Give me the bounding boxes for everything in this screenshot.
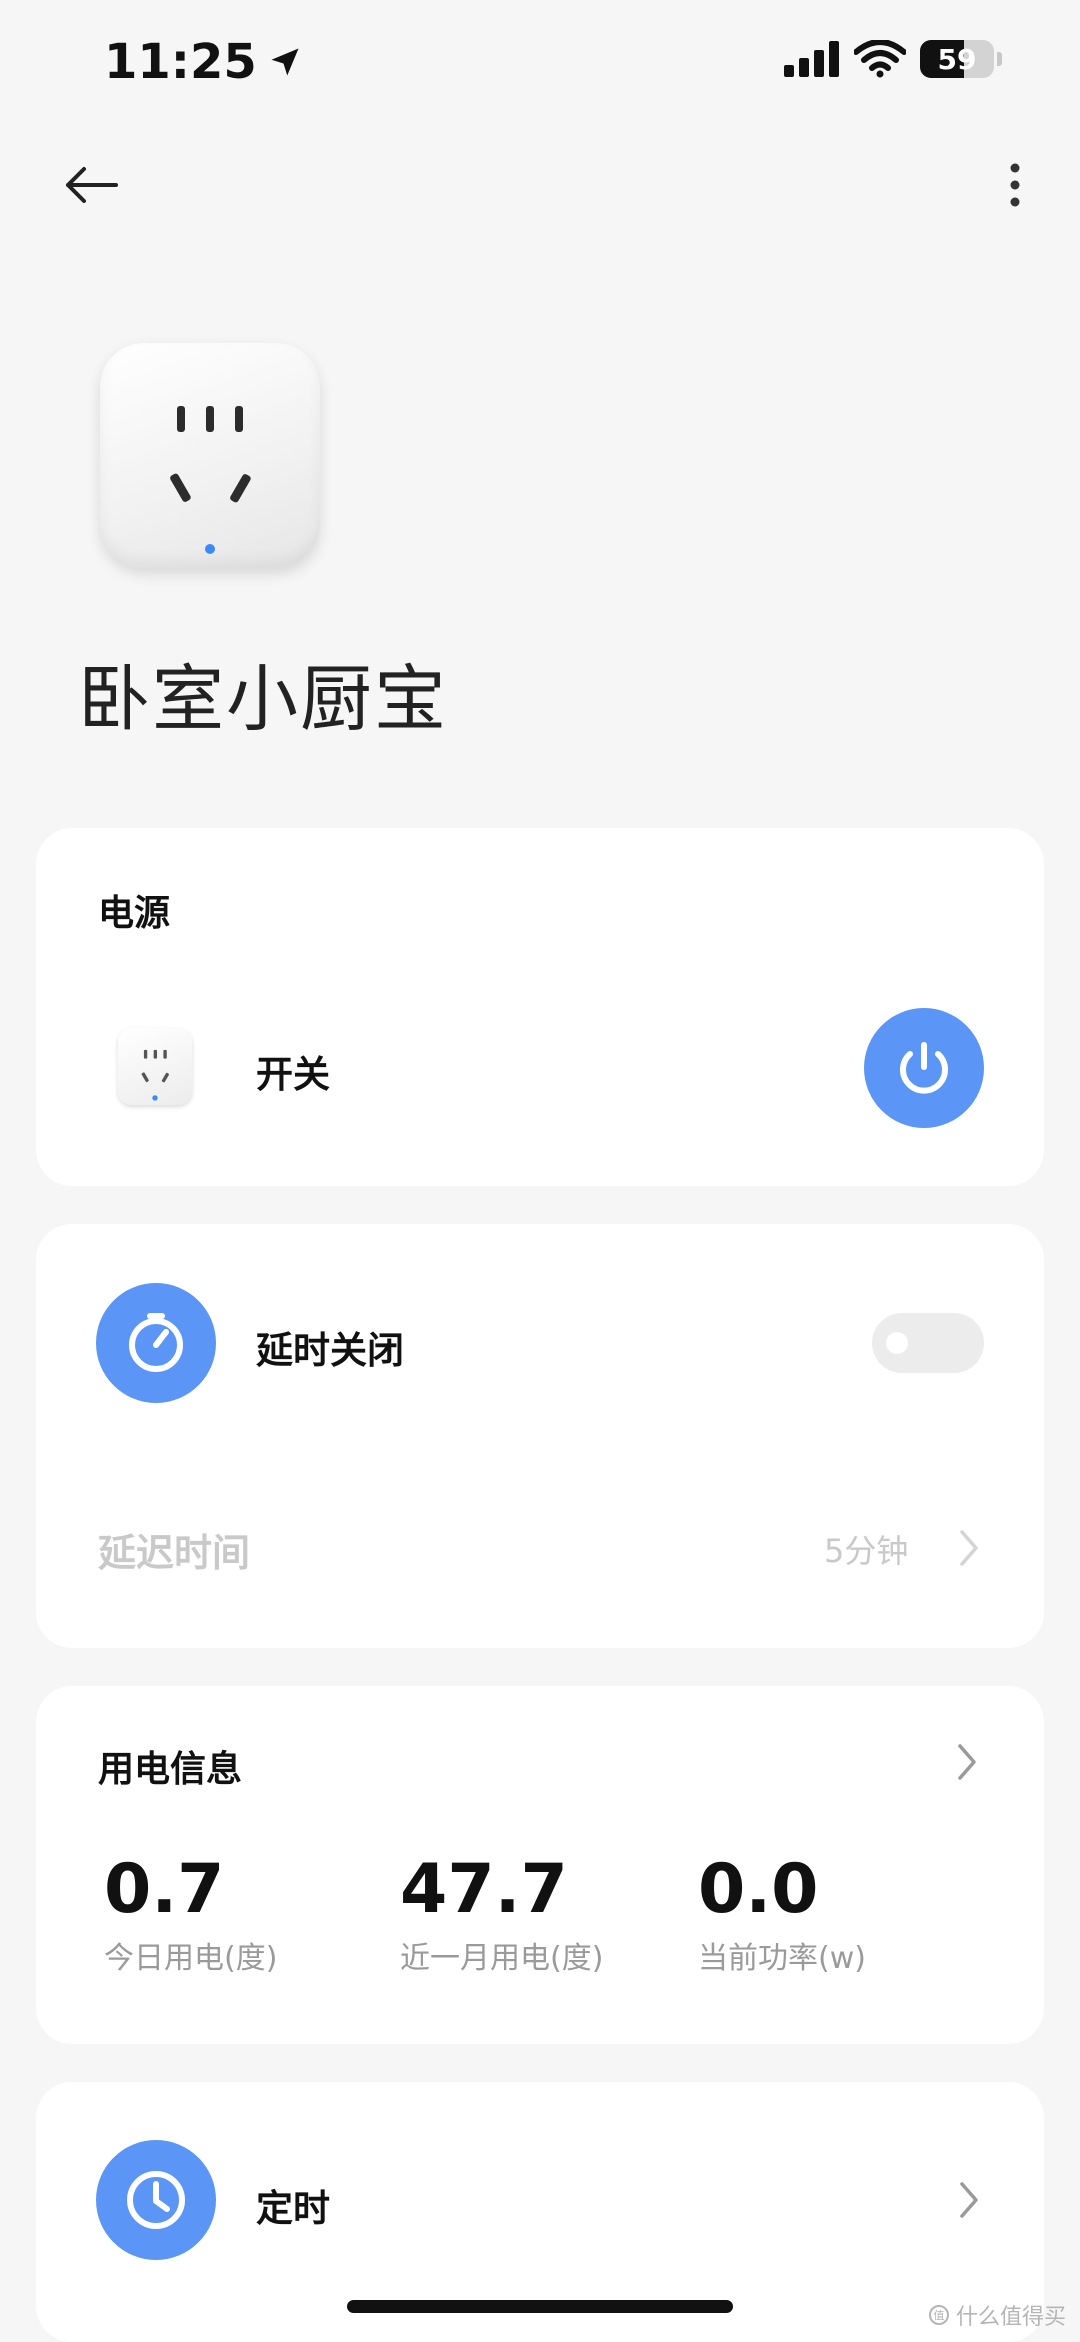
chevron-right-icon <box>958 1528 980 1568</box>
wifi-icon <box>854 40 906 78</box>
battery-level-text: 59 <box>937 42 977 76</box>
more-options-button[interactable] <box>980 150 1050 220</box>
switch-thumbnail <box>118 1028 192 1105</box>
device-name: 卧室小厨宝 <box>78 657 449 741</box>
chevron-right-icon <box>956 1742 978 1782</box>
timer-icon <box>123 1310 189 1376</box>
delay-off-label: 延时关闭 <box>256 1329 404 1372</box>
watermark: 值 什么值得买 <box>928 2299 1066 2331</box>
more-vertical-icon <box>1009 163 1021 207</box>
usage-card-title: 用电信息 <box>98 1749 243 1790</box>
stat-month-label: 近一月用电(度) <box>400 1941 604 1976</box>
timer-icon-badge <box>96 1283 216 1403</box>
stat-power: 0.0 当前功率(w) <box>698 1850 866 1977</box>
delay-time-row[interactable]: 延迟时间 5分钟 <box>36 1494 1044 1614</box>
toggle-knob <box>886 1332 908 1354</box>
delay-time-label: 延迟时间 <box>98 1531 251 1575</box>
stat-power-value: 0.0 <box>698 1850 819 1929</box>
delay-time-value: 5分钟 <box>824 1532 909 1570</box>
location-arrow-icon <box>267 44 303 80</box>
delay-off-card: 延时关闭 延迟时间 5分钟 <box>36 1224 1044 1648</box>
smart-plug-icon <box>141 1049 169 1101</box>
power-icon <box>893 1037 955 1099</box>
watermark-text: 什么值得买 <box>955 2305 1066 2330</box>
stat-today: 0.7 今日用电(度) <box>104 1850 277 1977</box>
stat-month: 47.7 近一月用电(度) <box>400 1850 603 1977</box>
battery-icon: 59 <box>920 40 994 78</box>
time-text: 11:25 <box>104 34 257 90</box>
stat-today-label: 今日用电(度) <box>104 1941 278 1976</box>
delay-off-toggle[interactable] <box>872 1313 984 1373</box>
switch-label: 开关 <box>256 1053 330 1096</box>
power-toggle-button[interactable] <box>864 1008 984 1128</box>
chevron-right-icon <box>958 2180 980 2220</box>
power-card-title: 电源 <box>98 893 171 934</box>
back-button[interactable] <box>56 150 126 220</box>
power-card: 电源 开关 <box>36 828 1044 1186</box>
signal-icon <box>784 41 840 77</box>
status-bar-time: 11:25 <box>104 34 303 90</box>
svg-text:值: 值 <box>933 2309 944 2322</box>
smart-plug-icon <box>170 406 251 554</box>
home-indicator[interactable] <box>347 2300 733 2313</box>
clock-icon <box>123 2167 189 2233</box>
schedule-label: 定时 <box>256 2187 330 2230</box>
stat-power-label: 当前功率(w) <box>698 1941 866 1976</box>
arrow-left-icon <box>64 165 118 205</box>
clock-icon-badge <box>96 2140 216 2260</box>
watermark-logo-icon: 值 <box>928 2304 950 2326</box>
power-usage-card[interactable]: 用电信息 0.7 今日用电(度) 47.7 近一月用电(度) 0.0 当前功率(… <box>36 1686 1044 2044</box>
stat-month-value: 47.7 <box>400 1850 568 1929</box>
battery-cap <box>997 52 1002 66</box>
device-image <box>100 343 320 568</box>
stat-today-value: 0.7 <box>104 1850 225 1929</box>
status-bar-indicators: 59 <box>784 40 1002 78</box>
